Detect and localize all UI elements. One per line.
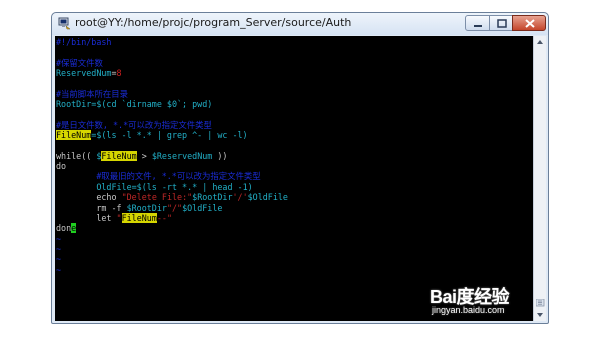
code-token: while(( (56, 150, 97, 161)
code-token: $ReservedNum (151, 150, 213, 161)
code-line: rm -f $RootDir"/"$OldFile (56, 203, 288, 213)
code-line: do (56, 161, 288, 171)
code-line: FileNum=$(ls -l *.* | grep ^- | wc -l) (56, 130, 288, 141)
minimize-button[interactable] (465, 15, 490, 31)
close-icon (525, 19, 535, 28)
window-title: root@YY:/home/projc/program_Server/sourc… (75, 16, 352, 29)
code-token: =$(ls -rt *.* | head -1) (131, 181, 253, 192)
terminal-window: root@YY:/home/projc/program_Server/sourc… (51, 12, 549, 324)
scroll-up-icon[interactable] (534, 36, 546, 48)
code-token: #保留文件数 (56, 57, 103, 68)
code-line: while(( $FileNum > $ReservedNum )) (56, 150, 288, 161)
code-token: > (136, 150, 152, 161)
code-token: $RootDir (126, 202, 167, 213)
code-token: echo (56, 192, 122, 203)
code-token: --" (156, 212, 172, 223)
code-token: =$(ls -l *.* | grep ^- | wc -l) (91, 130, 248, 141)
code-token: ~ (56, 264, 62, 275)
code-token: #是日文件数, *.*可以改为指定文件类型 (56, 119, 212, 130)
code-token: do (56, 161, 67, 172)
code-line: ~ (56, 234, 288, 244)
code-token: $RootDir (192, 192, 233, 203)
code-line: done (56, 223, 288, 234)
code-token: ~ (56, 233, 62, 244)
code-area[interactable]: #!/bin/bash #保留文件数 ReservedNum=8 #当前脚本所在目录 R… (56, 37, 288, 275)
code-token: '/' (232, 192, 248, 203)
code-token: =$(cd `dirname $0`; pwd) (91, 99, 213, 110)
code-token: ReservedNum (56, 68, 112, 79)
minimize-icon (474, 25, 482, 27)
code-token: #当前脚本所在目录 (56, 88, 129, 99)
baidu-watermark: Bai度经验 jingyan.baidu.com (430, 283, 535, 319)
code-line: ReservedNum=8 (56, 68, 288, 78)
code-token: FileNum (121, 212, 157, 223)
code-token: don (56, 223, 72, 234)
scroll-grip-icon[interactable] (536, 299, 545, 307)
code-token: FileNum (101, 150, 137, 161)
code-token: rm -f (56, 202, 127, 213)
title-bar[interactable]: root@YY:/home/projc/program_Server/sourc… (52, 13, 548, 35)
code-token: #!/bin/bash (56, 37, 112, 47)
code-line: echo "Delete File:"$RootDir'/'$OldFile (56, 192, 288, 202)
scroll-down-icon[interactable] (534, 309, 546, 321)
code-line: ~ (56, 254, 288, 264)
code-line: #当前脚本所在目录 (56, 89, 288, 99)
code-token: $OldFile (182, 202, 223, 213)
code-line: #保留文件数 (56, 58, 288, 68)
code-token: $OldFile (247, 192, 288, 203)
code-token: FileNum (56, 130, 92, 141)
code-token: let (56, 212, 117, 223)
code-line: #是日文件数, *.*可以改为指定文件类型 (56, 120, 288, 130)
code-token: 8 (116, 68, 122, 79)
close-button[interactable] (512, 15, 546, 31)
maximize-button[interactable] (489, 15, 513, 31)
text-cursor: e (71, 223, 77, 234)
putty-icon (58, 17, 71, 30)
code-line: #!/bin/bash (56, 37, 288, 47)
code-line: ~ (56, 265, 288, 275)
code-token: ~ (56, 243, 62, 254)
code-token: "/" (166, 202, 183, 213)
maximize-icon (497, 19, 507, 28)
code-token: " (116, 212, 122, 223)
terminal-content[interactable]: #!/bin/bash #保留文件数 ReservedNum=8 #当前脚本所在目录 R… (55, 36, 533, 321)
code-token: RootDir (56, 99, 92, 110)
code-line: RootDir=$(cd `dirname $0`; pwd) (56, 99, 288, 109)
code-token: #取最旧的文件, *.*可以改为指定文件类型 (56, 171, 261, 182)
code-line: let "FileNum--" (56, 212, 288, 223)
vertical-scrollbar[interactable] (533, 36, 546, 321)
code-line: ~ (56, 244, 288, 254)
code-token: "Delete File:" (121, 192, 193, 203)
code-token: )) (212, 150, 228, 161)
watermark-url: jingyan.baidu.com (432, 305, 505, 315)
code-line: #取最旧的文件, *.*可以改为指定文件类型 (56, 171, 288, 181)
code-line: OldFile=$(ls -rt *.* | head -1) (56, 182, 288, 192)
code-token: OldFile (56, 181, 132, 192)
code-token: ~ (56, 254, 62, 265)
